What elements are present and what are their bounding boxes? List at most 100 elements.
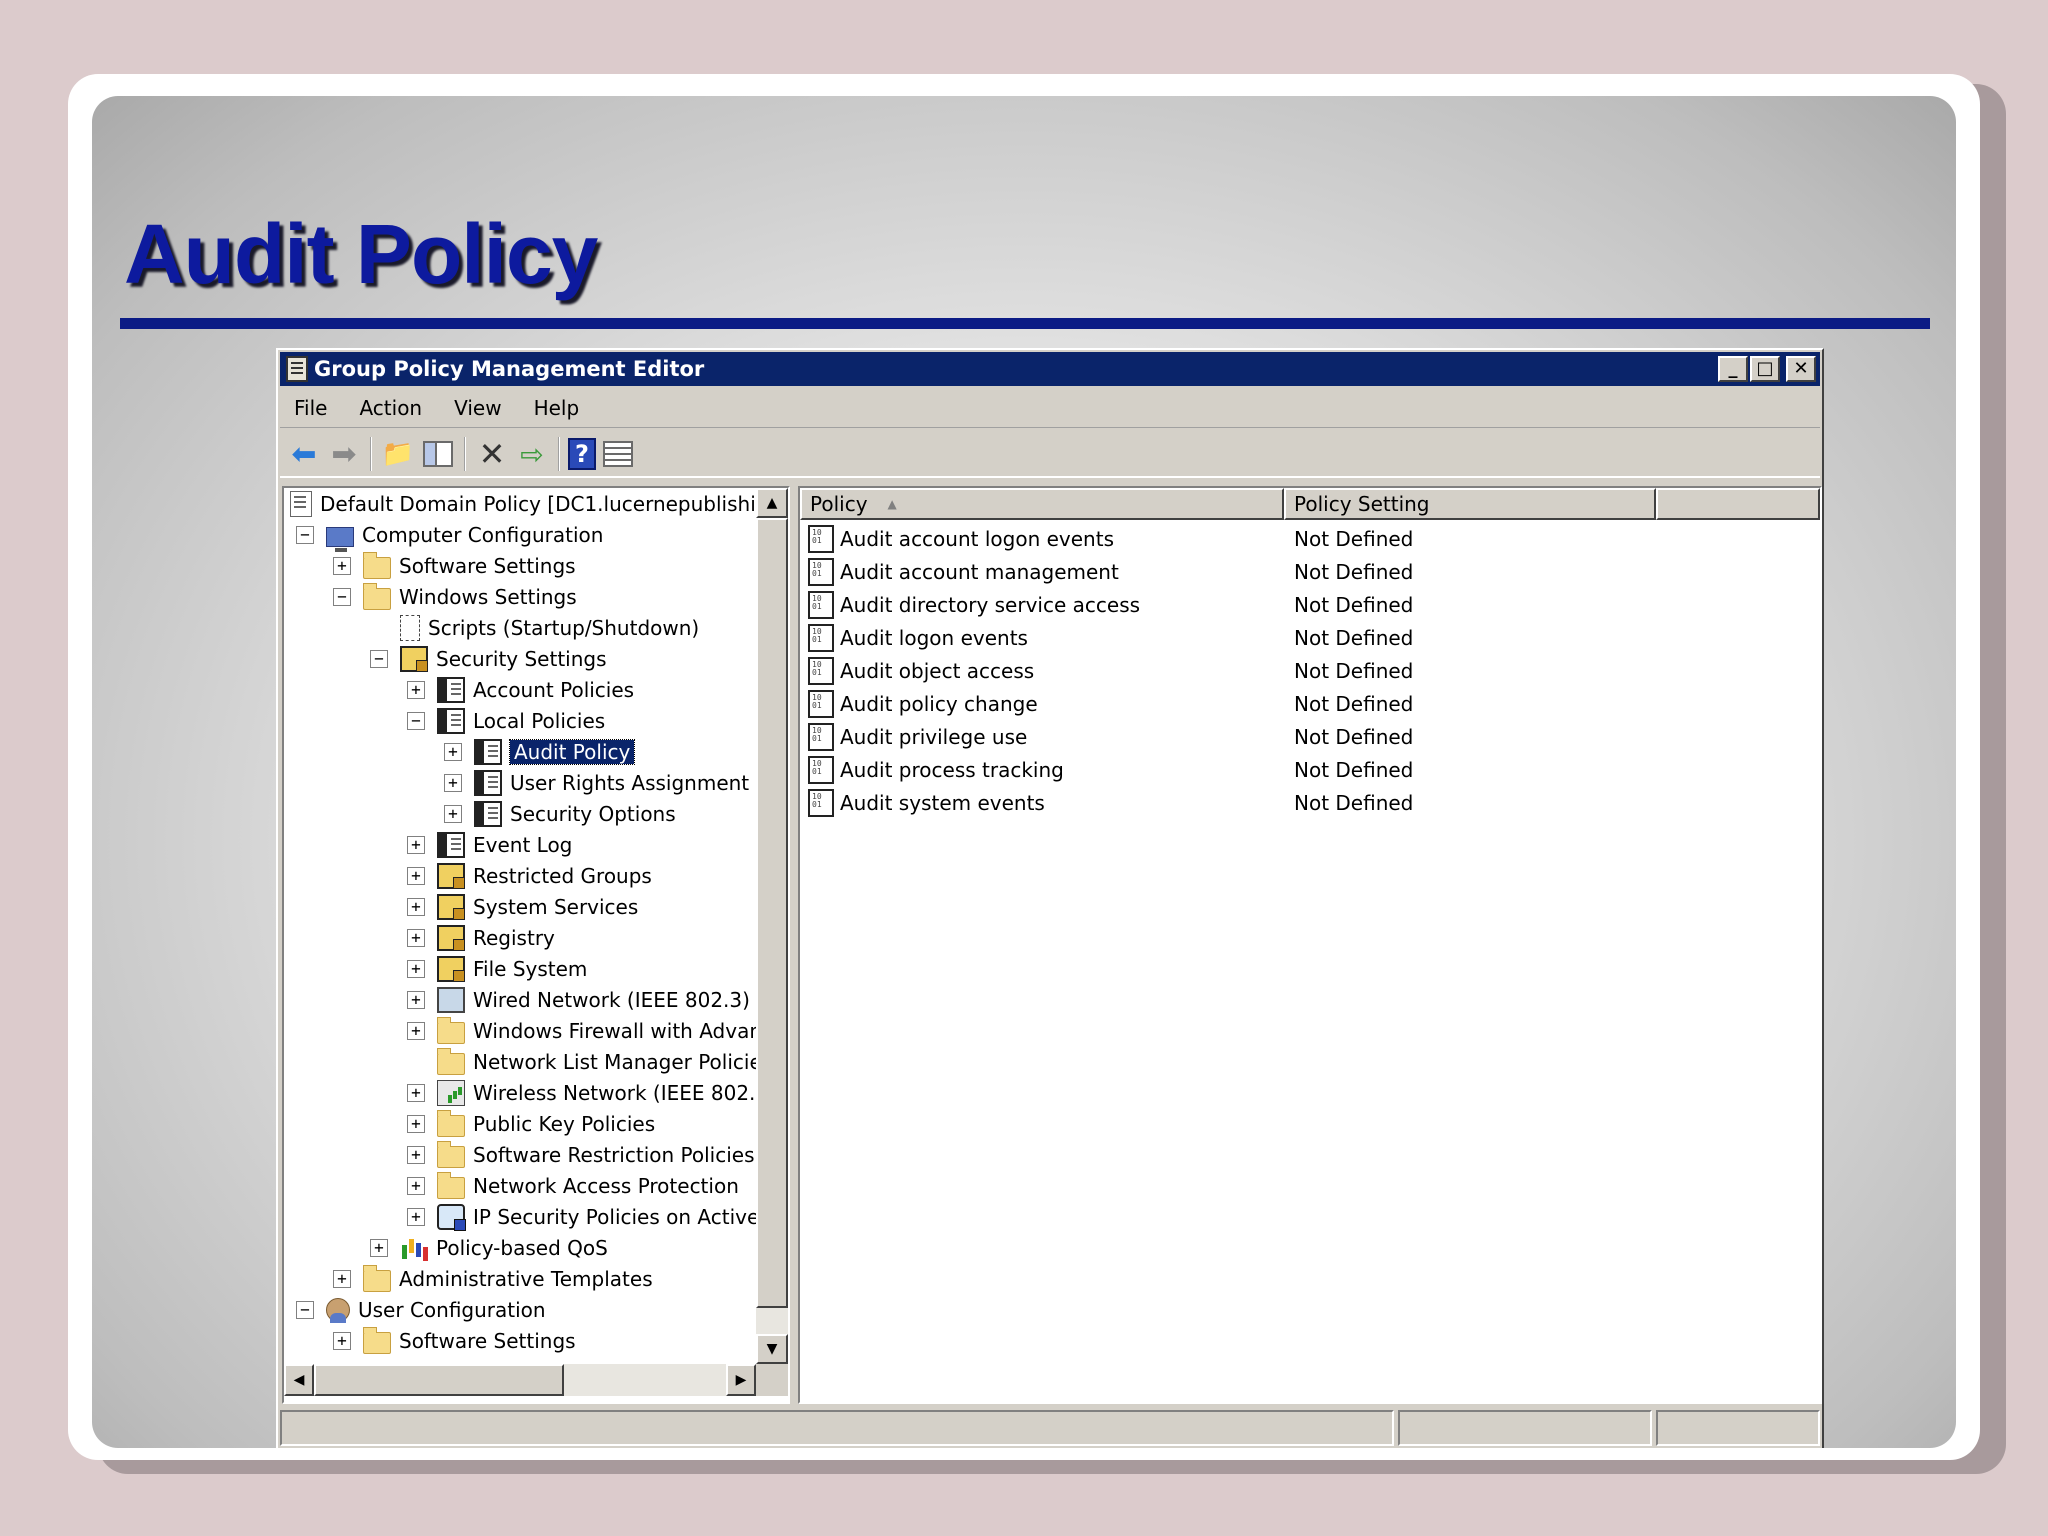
export-list-icon[interactable]: ⇨ [514, 436, 550, 472]
up-folder-icon[interactable]: 📁 [380, 436, 416, 472]
tree-node-root[interactable]: Default Domain Policy [DC1.lucernepublis… [290, 488, 756, 519]
vertical-scroll-thumb[interactable] [756, 518, 788, 1308]
tree-node-policy-based-qos[interactable]: + Policy-based QoS [370, 1232, 608, 1263]
tree-node-network-access-protection[interactable]: + Network Access Protection [407, 1170, 739, 1201]
window-titlebar[interactable]: Group Policy Management Editor _ □ ✕ [280, 352, 1820, 386]
maximize-button[interactable]: □ [1750, 356, 1780, 382]
app-icon [286, 356, 308, 382]
tree-node-user-rights-assignment[interactable]: + User Rights Assignment [444, 767, 749, 798]
tree-node-system-services[interactable]: + System Services [407, 891, 638, 922]
folder-icon [437, 1016, 465, 1044]
tree-node-security-settings[interactable]: − Security Settings [370, 643, 607, 674]
close-button[interactable]: ✕ [1786, 356, 1816, 382]
tree-node-software-restriction[interactable]: + Software Restriction Policies [407, 1139, 755, 1170]
menu-view[interactable]: View [454, 396, 501, 420]
policy-row[interactable]: 10 01 Audit directory service access Not … [800, 588, 1820, 621]
policy-row[interactable]: 10 01 Audit logon events Not Defined [800, 621, 1820, 654]
expand-toggle[interactable]: + [407, 928, 425, 947]
expand-toggle[interactable]: + [444, 773, 462, 792]
expand-toggle[interactable]: + [407, 959, 425, 978]
policy-row[interactable]: 10 01 Audit policy change Not Defined [800, 687, 1820, 720]
tree-node-network-list-manager[interactable]: Network List Manager Policies [407, 1046, 756, 1077]
expand-toggle[interactable]: + [407, 1145, 425, 1164]
column-header-policy-setting[interactable]: Policy Setting [1284, 488, 1656, 520]
expand-toggle[interactable]: + [370, 1238, 388, 1257]
tree-node-windows-settings[interactable]: − Windows Settings [333, 581, 577, 612]
policy-row[interactable]: 10 01 Audit account management Not Define… [800, 555, 1820, 588]
properties-icon[interactable] [600, 436, 636, 472]
policy-setting-icon: 10 01 [808, 623, 834, 652]
expand-toggle[interactable]: + [333, 556, 351, 575]
menu-action[interactable]: Action [359, 396, 422, 420]
menu-help[interactable]: Help [534, 396, 580, 420]
tree-node-user-software-settings[interactable]: + Software Settings [333, 1325, 576, 1356]
tree-viewport: Default Domain Policy [DC1.lucernepublis… [284, 488, 756, 1364]
tree-node-user-configuration[interactable]: − User Configuration [296, 1294, 546, 1325]
expand-toggle[interactable]: + [407, 1083, 425, 1102]
column-header-empty[interactable] [1656, 488, 1820, 520]
tree-node-registry[interactable]: + Registry [407, 922, 555, 953]
tree-node-public-key-policies[interactable]: + Public Key Policies [407, 1108, 655, 1139]
tree-node-windows-firewall[interactable]: + Windows Firewall with Advanc [407, 1015, 756, 1046]
tree-node-ip-security[interactable]: + IP Security Policies on Active I [407, 1201, 756, 1232]
folder-icon [437, 1140, 465, 1168]
collapse-toggle[interactable]: − [296, 1300, 314, 1319]
scroll-right-arrow-icon[interactable]: ▶ [726, 1364, 756, 1396]
help-icon[interactable]: ? [568, 438, 596, 470]
expand-toggle[interactable]: + [333, 1269, 351, 1288]
expand-toggle[interactable]: + [407, 897, 425, 916]
forward-arrow-icon[interactable]: ➡ [326, 436, 362, 472]
tree-node-restricted-groups[interactable]: + Restricted Groups [407, 860, 652, 891]
scroll-left-arrow-icon[interactable]: ◀ [284, 1364, 314, 1396]
policy-row[interactable]: 10 01 Audit system events Not Defined [800, 786, 1820, 819]
expand-toggle[interactable]: + [407, 680, 425, 699]
policy-row[interactable]: 10 01 Audit account logon events Not Defi… [800, 522, 1820, 555]
collapse-toggle[interactable]: − [370, 649, 388, 668]
tree-node-local-policies[interactable]: − Local Policies [407, 705, 605, 736]
show-hide-tree-icon[interactable] [420, 436, 456, 472]
collapse-toggle[interactable]: − [333, 587, 351, 606]
expand-toggle[interactable]: + [444, 804, 462, 823]
policy-row[interactable]: 10 01 Audit object access Not Defined [800, 654, 1820, 687]
policy-row[interactable]: 10 01 Audit privilege use Not Defined [800, 720, 1820, 753]
tree-node-account-policies[interactable]: + Account Policies [407, 674, 634, 705]
menu-file[interactable]: File [294, 396, 327, 420]
scroll-up-arrow-icon[interactable]: ▲ [756, 488, 788, 518]
expand-toggle[interactable]: + [407, 990, 425, 1009]
expand-toggle[interactable]: + [407, 1207, 425, 1226]
tree-node-administrative-templates[interactable]: + Administrative Templates [333, 1263, 653, 1294]
expand-toggle[interactable]: + [333, 1331, 351, 1350]
tree-node-security-options[interactable]: + Security Options [444, 798, 676, 829]
secure-folder-icon [437, 924, 465, 951]
user-icon [326, 1297, 350, 1323]
tree-node-wired-network[interactable]: + Wired Network (IEEE 802.3) P [407, 984, 756, 1015]
minimize-button[interactable]: _ [1718, 356, 1748, 382]
collapse-toggle[interactable]: − [296, 525, 314, 544]
tree-vertical-scrollbar[interactable]: ▲ ▼ [756, 488, 788, 1364]
tree-node-event-log[interactable]: + Event Log [407, 829, 572, 860]
tree-node-audit-policy[interactable]: + Audit Policy [444, 736, 636, 767]
tree-node-scripts[interactable]: Scripts (Startup/Shutdown) [370, 612, 699, 643]
tree-node-computer-configuration[interactable]: − Computer Configuration [296, 519, 603, 552]
horizontal-scroll-thumb[interactable] [314, 1364, 564, 1396]
folder-icon [437, 1109, 465, 1137]
back-arrow-icon[interactable]: ⬅ [286, 436, 322, 472]
tree-node-wireless-network[interactable]: + Wireless Network (IEEE 802.1 [407, 1077, 756, 1108]
tree-horizontal-scrollbar[interactable]: ◀ ▶ [284, 1364, 756, 1396]
policy-icon [474, 769, 502, 796]
scroll-down-arrow-icon[interactable]: ▼ [756, 1334, 788, 1364]
collapse-toggle[interactable]: − [407, 711, 425, 730]
tree-node-file-system[interactable]: + File System [407, 953, 587, 984]
policy-row[interactable]: 10 01 Audit process tracking Not Defined [800, 753, 1820, 786]
expand-toggle[interactable]: + [407, 866, 425, 885]
expand-toggle[interactable]: + [407, 1176, 425, 1195]
column-header-policy[interactable]: Policy ▲ [800, 488, 1284, 520]
toolbar-separator [558, 437, 560, 471]
expand-toggle[interactable]: + [444, 742, 462, 761]
tree-node-software-settings[interactable]: + Software Settings [333, 550, 576, 581]
delete-icon[interactable]: ✕ [474, 435, 510, 473]
computer-icon [326, 526, 354, 552]
expand-toggle[interactable]: + [407, 1021, 425, 1040]
expand-toggle[interactable]: + [407, 835, 425, 854]
expand-toggle[interactable]: + [407, 1114, 425, 1133]
